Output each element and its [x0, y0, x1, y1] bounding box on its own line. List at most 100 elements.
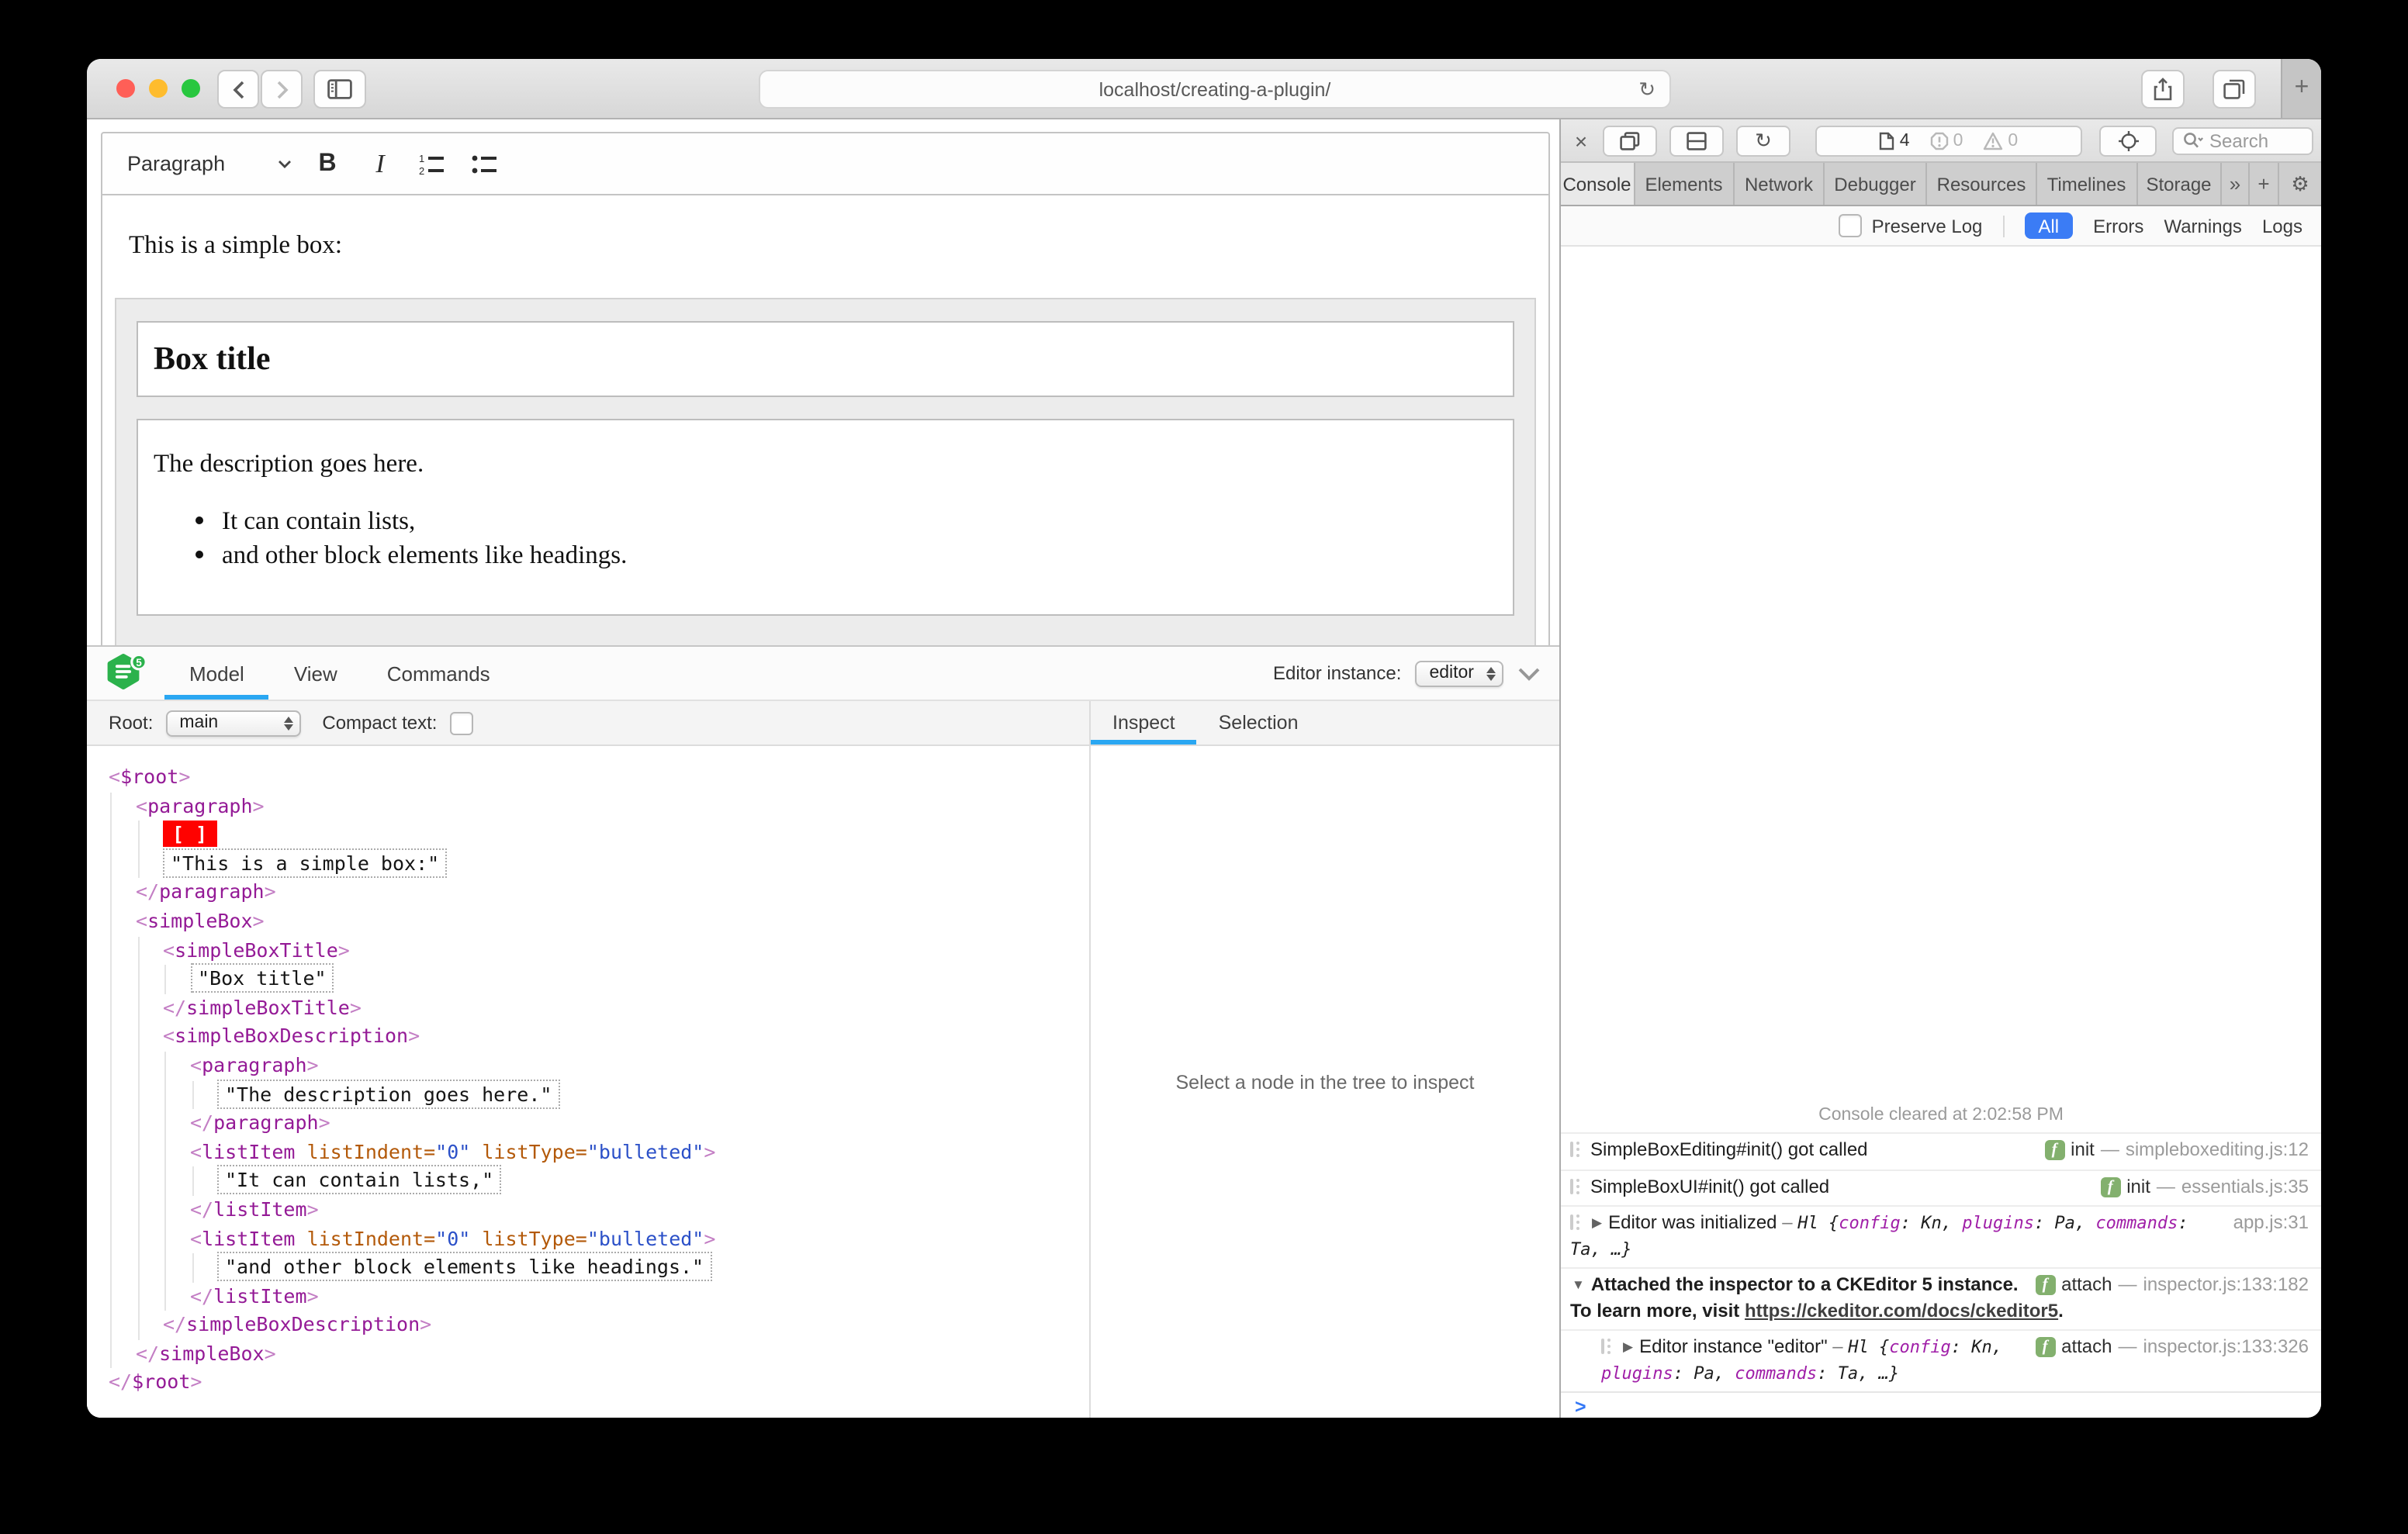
tree-row[interactable]: [ ] [87, 821, 1089, 850]
devtools-tab-timelines[interactable]: Timelines [2037, 163, 2137, 205]
intro-paragraph[interactable]: This is a simple box: [102, 195, 1548, 261]
source-location-link[interactable]: inspector.js:133:182 [2143, 1273, 2309, 1297]
share-icon [2154, 78, 2172, 101]
tab-view[interactable]: View [269, 647, 362, 700]
new-tab-button[interactable]: + [2281, 59, 2321, 118]
simple-box-description[interactable]: The description goes here. It can contai… [137, 419, 1514, 616]
tree-row[interactable]: "It can contain lists," [87, 1165, 1089, 1196]
tab-model[interactable]: Model [164, 647, 269, 700]
simple-box-title[interactable]: Box title [137, 321, 1514, 397]
collapse-inspector-button[interactable] [1517, 666, 1541, 680]
devtools-tab-storage[interactable]: Storage [2137, 163, 2222, 205]
bold-button[interactable]: B [301, 142, 354, 185]
share-button[interactable] [2141, 70, 2185, 109]
console-row[interactable]: f init — essentials.js:35 SimpleBoxUI#init()… [1561, 1169, 2321, 1205]
tree-row[interactable]: "The description goes here." [87, 1079, 1089, 1110]
editor-instance-select[interactable]: editor [1415, 660, 1503, 686]
filter-errors-button[interactable]: Errors [2093, 215, 2143, 237]
tree-row[interactable]: </listItem> [87, 1195, 1089, 1225]
tree-row[interactable]: <$root> [87, 763, 1089, 792]
settings-button[interactable]: ⚙ [2279, 163, 2321, 205]
tree-row[interactable]: <paragraph> [87, 1051, 1089, 1081]
tree-row[interactable]: </paragraph> [87, 1109, 1089, 1138]
filter-all-button[interactable]: All [2024, 212, 2074, 239]
traffic-light-zoom-button[interactable] [182, 79, 200, 98]
console-prompt[interactable]: > [1561, 1391, 2321, 1418]
tree-row[interactable]: <simpleBoxDescription> [87, 1022, 1089, 1052]
disclosure-triangle-icon[interactable]: ▼ [1572, 1277, 1585, 1292]
console-filter-bar: Preserve Log All Errors Warnings Logs [1561, 206, 2321, 247]
source-location-link[interactable]: app.js:31 [2233, 1211, 2309, 1235]
list-item[interactable]: and other block elements like headings. [222, 540, 1497, 571]
console-row[interactable]: f attach — inspector.js:133:326 ▶ Editor inst… [1561, 1329, 2321, 1391]
tree-row[interactable]: </$root> [87, 1369, 1089, 1398]
compact-text-checkbox[interactable] [449, 711, 473, 734]
console-row[interactable]: f attach — inspector.js:133:182 ▼ Attached th… [1561, 1267, 2321, 1329]
tree-row[interactable]: </simpleBoxDescription> [87, 1311, 1089, 1340]
tab-inspect[interactable]: Inspect [1091, 701, 1197, 745]
tree-row[interactable]: "This is a simple box:" [87, 848, 1089, 879]
dock-bottom-button[interactable] [1669, 125, 1724, 156]
devtools-tab-resources[interactable]: Resources [1927, 163, 2037, 205]
chevron-right-icon [276, 80, 288, 98]
console-link[interactable]: https://ckeditor.com/docs/ckeditor5 [1745, 1299, 2058, 1321]
reload-page-button[interactable]: ↻ [1736, 125, 1790, 156]
tree-row[interactable]: "Box title" [87, 963, 1089, 994]
traffic-light-close-button[interactable] [116, 79, 135, 98]
source-location-link[interactable]: inspector.js:133:326 [2143, 1335, 2309, 1360]
numbered-list-button[interactable]: 1 2 [407, 142, 459, 185]
tab-commands[interactable]: Commands [362, 647, 515, 700]
filter-warnings-button[interactable]: Warnings [2164, 215, 2242, 237]
disclosure-triangle-icon[interactable]: ▶ [1623, 1339, 1633, 1354]
devtools-tab-network[interactable]: Network [1735, 163, 1825, 205]
editor-content[interactable]: This is a simple box: Box title The desc… [102, 195, 1548, 647]
add-tab-button[interactable]: + [2250, 163, 2279, 205]
preserve-log-control[interactable]: Preserve Log [1839, 214, 1982, 237]
traffic-light-minimize-button[interactable] [149, 79, 168, 98]
resource-counts-button[interactable]: 4 0 0 [1815, 125, 2082, 156]
tree-row[interactable]: <paragraph> [87, 792, 1089, 821]
tree-row[interactable]: <listItem listIndent="0" listType="bulle… [87, 1225, 1089, 1254]
address-bar[interactable]: localhost/creating-a-plugin/ ↻ [759, 70, 1671, 109]
indent-guide [137, 965, 139, 994]
description-paragraph[interactable]: The description goes here. [154, 448, 1497, 479]
tree-row[interactable]: </paragraph> [87, 878, 1089, 907]
simple-box-widget[interactable]: Box title The description goes here. It … [115, 298, 1536, 647]
forward-button[interactable] [261, 70, 303, 109]
search-input[interactable]: Search [2172, 126, 2313, 154]
back-button[interactable] [217, 70, 259, 109]
tab-overview-button[interactable] [2213, 70, 2256, 109]
browser-toolbar: localhost/creating-a-plugin/ ↻ + [87, 59, 2321, 119]
root-select[interactable]: main [165, 710, 301, 736]
tree-row[interactable]: <listItem listIndent="0" listType="bulle… [87, 1138, 1089, 1167]
console-log-list: f init — simpleboxediting.js:12 SimpleBoxEdi… [1561, 1132, 2321, 1391]
sidebar-toggle-button[interactable] [313, 70, 366, 109]
tree-row[interactable]: </simpleBoxTitle> [87, 993, 1089, 1023]
tab-overflow-button[interactable]: » [2222, 163, 2250, 205]
list-item[interactable]: It can contain lists, [222, 506, 1497, 537]
devtools-tab-elements[interactable]: Elements [1635, 163, 1735, 205]
console-row[interactable]: app.js:31 ▶ Editor was initialized – Hl {c… [1561, 1205, 2321, 1267]
italic-button[interactable]: I [354, 142, 407, 185]
dock-side-button[interactable] [1603, 125, 1657, 156]
disclosure-triangle-icon[interactable]: ▶ [1592, 1214, 1602, 1230]
ckeditor-logo-icon: 5 [107, 652, 147, 689]
element-picker-button[interactable] [2099, 125, 2157, 156]
filter-logs-button[interactable]: Logs [2262, 215, 2302, 237]
tab-selection[interactable]: Selection [1197, 701, 1320, 745]
tree-row[interactable]: <simpleBoxTitle> [87, 936, 1089, 966]
heading-dropdown[interactable]: Paragraph [118, 142, 301, 185]
preserve-log-checkbox[interactable] [1839, 214, 1863, 237]
bulleted-list-button[interactable] [459, 142, 512, 185]
source-location-link[interactable]: simpleboxediting.js:12 [2126, 1138, 2309, 1163]
tree-row[interactable]: </listItem> [87, 1282, 1089, 1311]
devtools-tab-console[interactable]: Console [1561, 163, 1635, 205]
close-devtools-button[interactable]: × [1569, 128, 1593, 153]
console-row[interactable]: f init — simpleboxediting.js:12 SimpleBoxEdi… [1561, 1132, 2321, 1169]
devtools-tab-debugger[interactable]: Debugger [1825, 163, 1927, 205]
tree-row[interactable]: </simpleBox> [87, 1339, 1089, 1369]
tree-row[interactable]: "and other block elements like headings.… [87, 1252, 1089, 1283]
reload-icon[interactable]: ↻ [1638, 78, 1656, 102]
tree-row[interactable]: <simpleBox> [87, 907, 1089, 937]
source-location-link[interactable]: essentials.js:35 [2181, 1175, 2309, 1199]
